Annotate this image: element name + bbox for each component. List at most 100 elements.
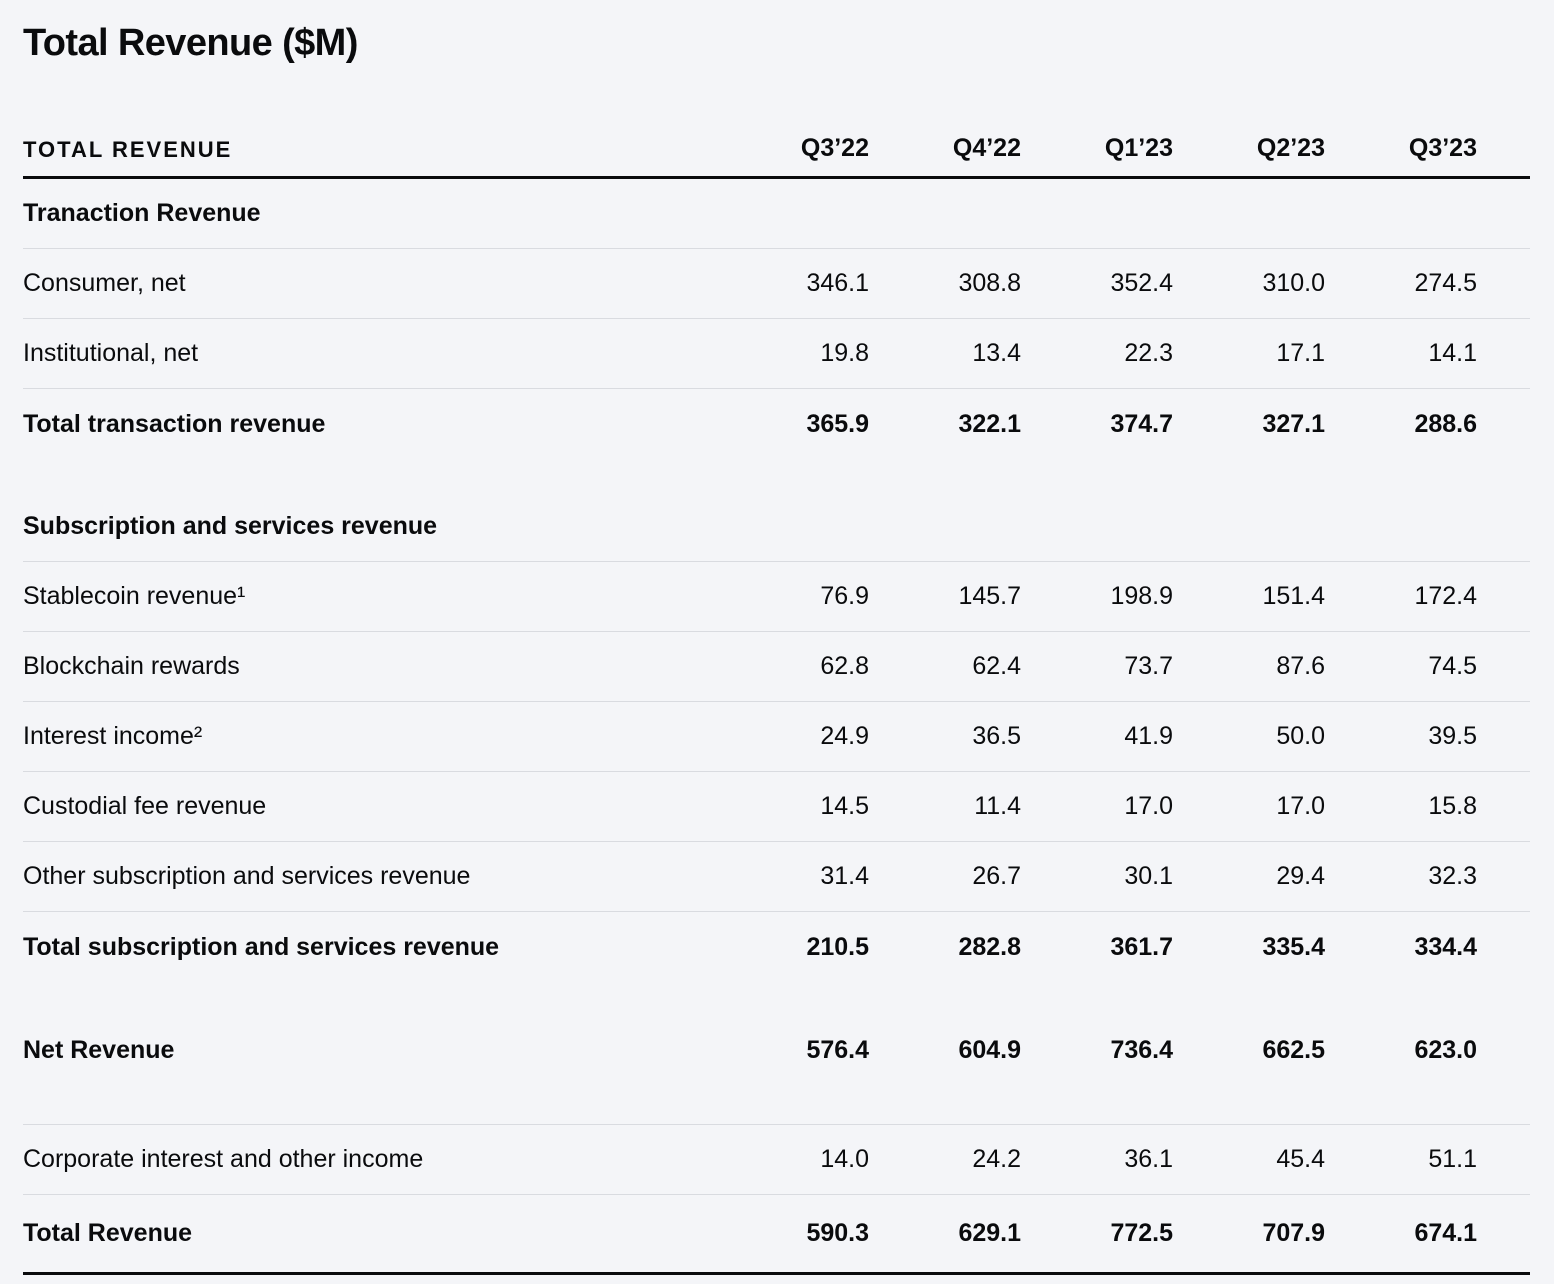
cell-value: 24.9 (717, 722, 869, 751)
table-row: Interest income²24.936.541.950.039.5 (23, 702, 1530, 772)
cell-value: 74.5 (1325, 652, 1530, 681)
row-label: Net Revenue (23, 1036, 717, 1065)
cell-value: 274.5 (1325, 269, 1530, 298)
cell-value: 327.1 (1173, 410, 1325, 439)
cell-value: 13.4 (869, 339, 1021, 368)
cell-value: 17.1 (1173, 339, 1325, 368)
cell-value: 288.6 (1325, 410, 1530, 439)
cell-value: 674.1 (1325, 1219, 1530, 1248)
cell-value: 707.9 (1173, 1219, 1325, 1248)
cell-value: 346.1 (717, 269, 869, 298)
cell-value: 623.0 (1325, 1036, 1530, 1065)
cell-value: 352.4 (1021, 269, 1173, 298)
cell-value: 310.0 (1173, 269, 1325, 298)
cell-value: 662.5 (1173, 1036, 1325, 1065)
cell-value: 76.9 (717, 582, 869, 611)
cell-value: 374.7 (1021, 410, 1173, 439)
cell-value: 736.4 (1021, 1036, 1173, 1065)
table-body: Tranaction Revenue Consumer, net346.1308.… (23, 179, 1530, 1275)
table-header-label: TOTAL REVENUE (23, 137, 717, 163)
row-label: Total transaction revenue (23, 410, 717, 439)
column-header-q3-23: Q3’23 (1325, 134, 1530, 163)
table-row: Total subscription and services revenue2… (23, 912, 1530, 982)
cell-value: 19.8 (717, 339, 869, 368)
cell-value: 14.5 (717, 792, 869, 821)
cell-value: 41.9 (1021, 722, 1173, 751)
cell-value: 210.5 (717, 933, 869, 962)
column-header-q3-22: Q3’22 (717, 134, 869, 163)
cell-value: 334.4 (1325, 933, 1530, 962)
section-gap (23, 459, 1530, 492)
table-row: Other subscription and services revenue3… (23, 842, 1530, 912)
cell-value: 772.5 (1021, 1219, 1173, 1248)
row-label: Total Revenue (23, 1219, 717, 1248)
cell-value: 45.4 (1173, 1145, 1325, 1174)
cell-value: 87.6 (1173, 652, 1325, 681)
revenue-table: TOTAL REVENUE Q3’22 Q4’22 Q1’23 Q2’23 Q3… (23, 64, 1530, 1275)
cell-value: 151.4 (1173, 582, 1325, 611)
cell-value: 308.8 (869, 269, 1021, 298)
cell-value: 22.3 (1021, 339, 1173, 368)
row-label: Other subscription and services revenue (23, 862, 717, 891)
row-label: Corporate interest and other income (23, 1145, 717, 1174)
cell-value: 361.7 (1021, 933, 1173, 962)
cell-value: 17.0 (1021, 792, 1173, 821)
cell-value: 36.5 (869, 722, 1021, 751)
cell-value: 30.1 (1021, 862, 1173, 891)
section-gap (23, 1085, 1530, 1125)
table-row: Consumer, net346.1308.8352.4310.0274.5 (23, 249, 1530, 319)
page-title: Total Revenue ($M) (23, 0, 1530, 64)
row-label: Blockchain rewards (23, 652, 717, 681)
cell-value: 39.5 (1325, 722, 1530, 751)
cell-value: 145.7 (869, 582, 1021, 611)
cell-value: 29.4 (1173, 862, 1325, 891)
column-header-q1-23: Q1’23 (1021, 134, 1173, 163)
cell-value: 629.1 (869, 1219, 1021, 1248)
table-row: Corporate interest and other income14.02… (23, 1125, 1530, 1195)
revenue-table-page: Total Revenue ($M) TOTAL REVENUE Q3’22 Q… (0, 0, 1554, 1284)
cell-value: 282.8 (869, 933, 1021, 962)
cell-value: 365.9 (717, 410, 869, 439)
cell-value: 31.4 (717, 862, 869, 891)
cell-value: 51.1 (1325, 1145, 1530, 1174)
section-gap (23, 982, 1530, 1015)
row-label: Tranaction Revenue (23, 199, 717, 228)
cell-value: 335.4 (1173, 933, 1325, 962)
cell-value: 62.8 (717, 652, 869, 681)
cell-value: 15.8 (1325, 792, 1530, 821)
row-label: Custodial fee revenue (23, 792, 717, 821)
row-label: Stablecoin revenue¹ (23, 582, 717, 611)
cell-value: 172.4 (1325, 582, 1530, 611)
table-row: Stablecoin revenue¹76.9145.7198.9151.417… (23, 562, 1530, 632)
column-header-q2-23: Q2’23 (1173, 134, 1325, 163)
row-label: Interest income² (23, 722, 717, 751)
cell-value: 590.3 (717, 1219, 869, 1248)
cell-value: 322.1 (869, 410, 1021, 439)
row-label: Institutional, net (23, 339, 717, 368)
cell-value: 198.9 (1021, 582, 1173, 611)
cell-value: 11.4 (869, 792, 1021, 821)
table-row: Institutional, net19.813.422.317.114.1 (23, 319, 1530, 389)
table-header-row: TOTAL REVENUE Q3’22 Q4’22 Q1’23 Q2’23 Q3… (23, 64, 1530, 179)
table-row: Net Revenue576.4604.9736.4662.5623.0 (23, 1015, 1530, 1085)
cell-value: 32.3 (1325, 862, 1530, 891)
row-label: Subscription and services revenue (23, 512, 717, 541)
cell-value: 604.9 (869, 1036, 1021, 1065)
section-header-row: Subscription and services revenue (23, 492, 1530, 562)
column-header-q4-22: Q4’22 (869, 134, 1021, 163)
cell-value: 50.0 (1173, 722, 1325, 751)
row-label: Total subscription and services revenue (23, 933, 717, 962)
cell-value: 62.4 (869, 652, 1021, 681)
cell-value: 36.1 (1021, 1145, 1173, 1174)
section-header-row: Tranaction Revenue (23, 179, 1530, 249)
cell-value: 26.7 (869, 862, 1021, 891)
table-row: Total transaction revenue365.9322.1374.7… (23, 389, 1530, 459)
cell-value: 24.2 (869, 1145, 1021, 1174)
table-row: Total Revenue590.3629.1772.5707.9674.1 (23, 1195, 1530, 1275)
cell-value: 576.4 (717, 1036, 869, 1065)
cell-value: 17.0 (1173, 792, 1325, 821)
cell-value: 14.1 (1325, 339, 1530, 368)
cell-value: 73.7 (1021, 652, 1173, 681)
cell-value: 14.0 (717, 1145, 869, 1174)
table-row: Custodial fee revenue14.511.417.017.015.… (23, 772, 1530, 842)
